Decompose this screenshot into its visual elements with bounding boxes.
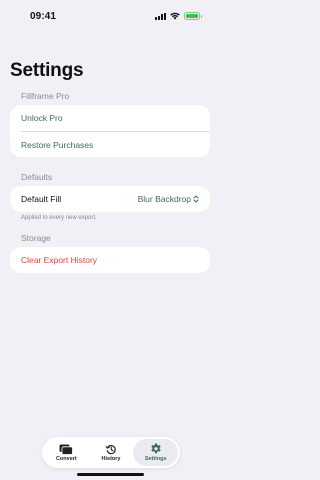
status-time: 09:41 bbox=[30, 11, 57, 22]
clear-export-history-button[interactable]: Clear Export History bbox=[10, 247, 210, 273]
tab-settings-label: Settings bbox=[144, 456, 167, 462]
convert-icon bbox=[59, 444, 74, 455]
tab-history-label: History bbox=[101, 455, 121, 462]
defaults-card: Default Fill Blur Backdrop bbox=[10, 186, 210, 212]
section-header-pro: Fillframe Pro bbox=[21, 91, 70, 101]
storage-card: Clear Export History bbox=[10, 247, 210, 273]
wifi-icon bbox=[170, 12, 180, 20]
default-fill-footnote: Applied to every new export. bbox=[21, 215, 97, 221]
tab-history[interactable]: History bbox=[89, 439, 134, 466]
history-icon bbox=[105, 444, 116, 454]
default-fill-label: Default Fill bbox=[21, 194, 62, 204]
unlock-pro-button[interactable]: Unlock Pro bbox=[10, 105, 210, 131]
page-title: Settings bbox=[10, 60, 84, 81]
restore-purchases-button[interactable]: Restore Purchases bbox=[21, 131, 210, 157]
chevron-up-down-icon bbox=[193, 195, 199, 203]
status-bar: 09:41 bbox=[0, 0, 221, 32]
default-fill-row[interactable]: Default Fill Blur Backdrop bbox=[10, 186, 210, 212]
gear-icon bbox=[150, 443, 161, 454]
tab-bar: Convert History Settings bbox=[42, 437, 180, 468]
battery-icon bbox=[184, 12, 202, 20]
default-fill-value: Blur Backdrop bbox=[137, 194, 191, 204]
cellular-signal-icon bbox=[155, 12, 166, 20]
pro-card: Unlock Pro Restore Purchases bbox=[10, 105, 210, 157]
default-fill-picker[interactable]: Blur Backdrop bbox=[138, 194, 199, 204]
section-header-storage: Storage bbox=[21, 233, 51, 243]
status-icons bbox=[155, 12, 202, 20]
tab-convert-label: Convert bbox=[55, 455, 77, 462]
battery-level bbox=[186, 14, 198, 18]
tab-settings[interactable]: Settings bbox=[133, 439, 179, 466]
home-indicator bbox=[77, 473, 144, 476]
section-header-defaults: Defaults bbox=[21, 172, 53, 182]
tab-convert[interactable]: Convert bbox=[44, 439, 89, 466]
